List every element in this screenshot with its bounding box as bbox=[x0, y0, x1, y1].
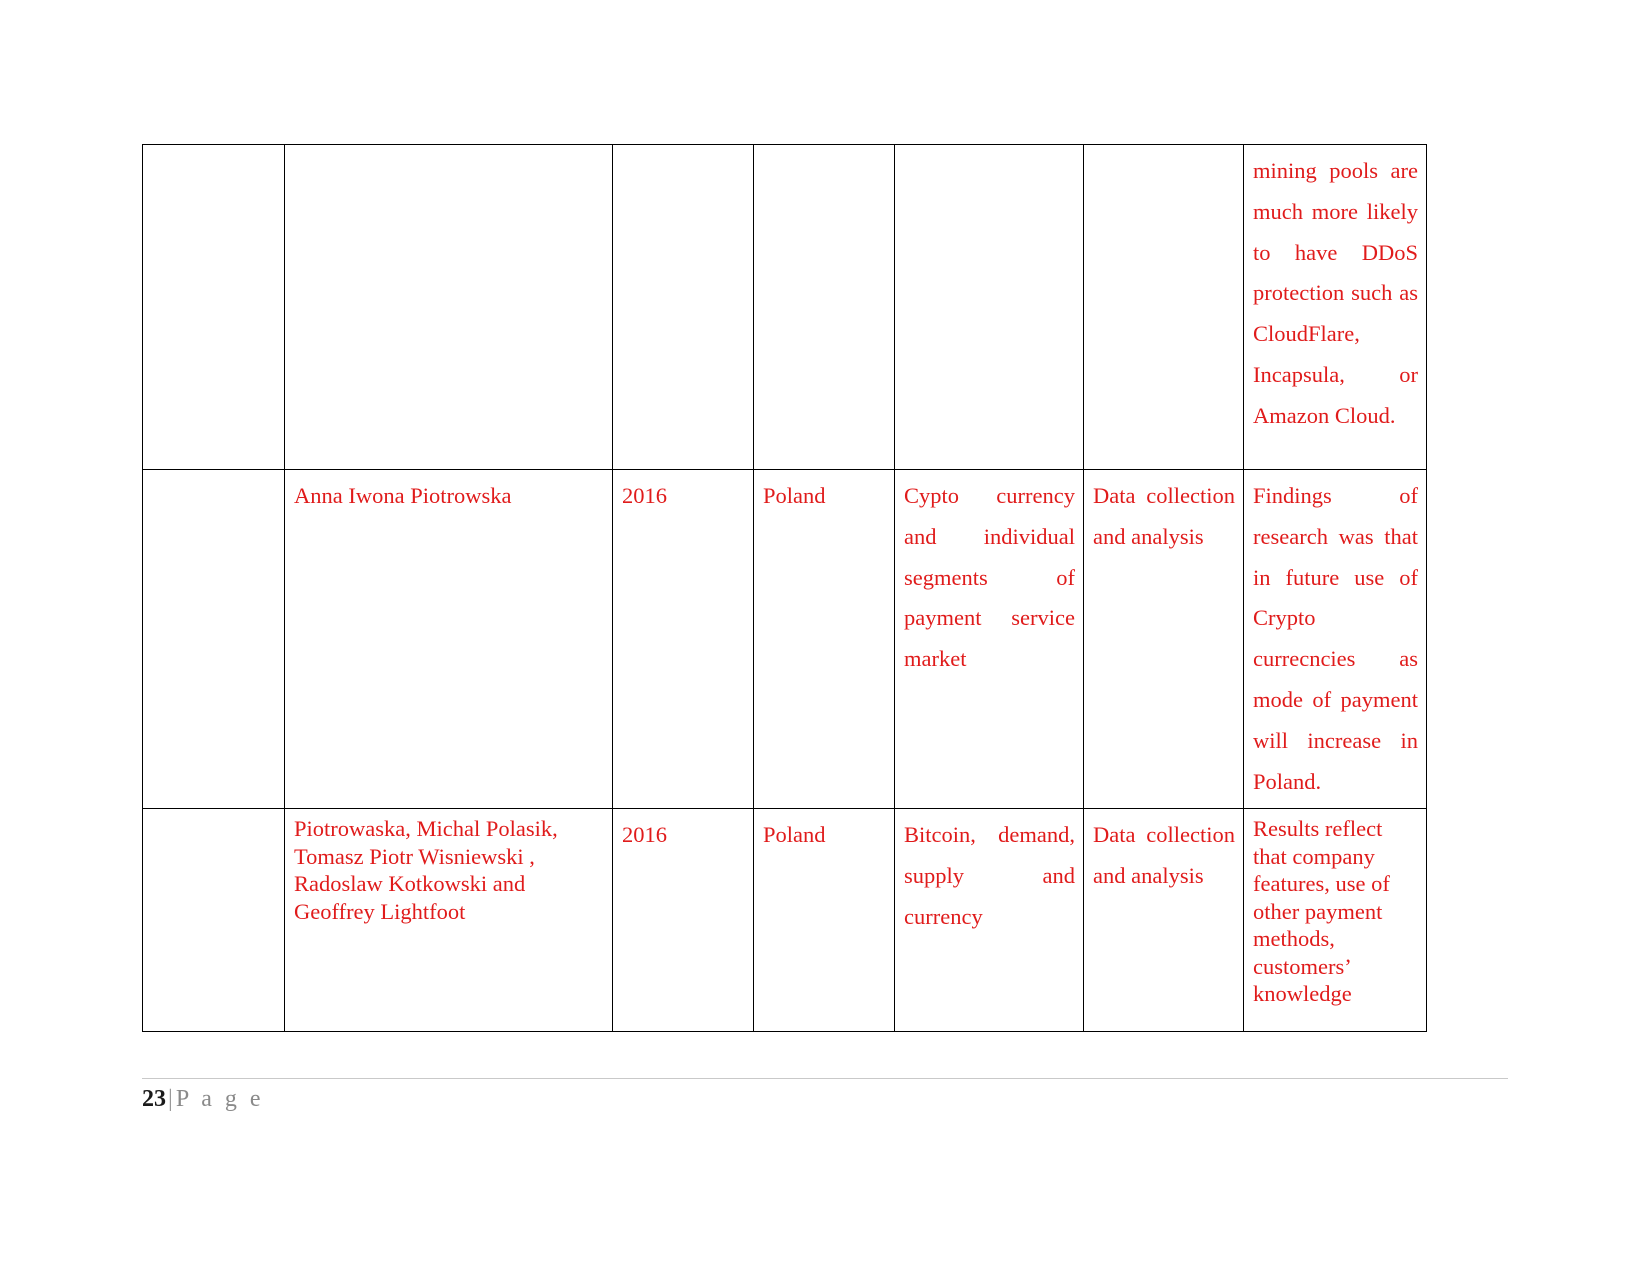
page-number: 23 bbox=[142, 1086, 166, 1112]
cell-author: Anna Iwona Piotrowska bbox=[284, 468, 613, 810]
cell-country: Poland bbox=[753, 468, 895, 810]
page-separator: | bbox=[168, 1086, 173, 1112]
table-row: Anna Iwona Piotrowska 2016 Poland Cypto … bbox=[142, 468, 1427, 810]
page-word: P a g e bbox=[175, 1086, 265, 1112]
cell-year bbox=[612, 144, 754, 470]
cell-reference bbox=[142, 808, 285, 1033]
cell-topic: Cypto currency and individual segments o… bbox=[894, 468, 1084, 810]
cell-findings: Results reflect that company features, u… bbox=[1243, 808, 1427, 1033]
cell-country: Poland bbox=[753, 808, 895, 1033]
cell-methodology: Data collection and analysis bbox=[1083, 808, 1244, 1033]
table-row: mining pools are much more likely to hav… bbox=[142, 144, 1427, 470]
cell-author bbox=[284, 144, 613, 470]
cell-topic bbox=[894, 144, 1084, 470]
table-row: Piotrowaska, Michal Polasik, Tomasz Piot… bbox=[142, 808, 1427, 1033]
literature-review-table: mining pools are much more likely to hav… bbox=[142, 144, 1427, 1033]
cell-year: 2016 bbox=[612, 468, 754, 810]
footer-divider bbox=[142, 1078, 1508, 1079]
cell-reference bbox=[142, 468, 285, 810]
cell-author: Piotrowaska, Michal Polasik, Tomasz Piot… bbox=[284, 808, 613, 1033]
cell-findings: mining pools are much more likely to hav… bbox=[1243, 144, 1427, 470]
cell-methodology: Data collection and analysis bbox=[1083, 468, 1244, 810]
cell-topic: Bitcoin, demand, supply and currency bbox=[894, 808, 1084, 1033]
cell-country bbox=[753, 144, 895, 470]
cell-methodology bbox=[1083, 144, 1244, 470]
page-footer: 23| P a g e bbox=[142, 1086, 264, 1113]
cell-year: 2016 bbox=[612, 808, 754, 1033]
document-page: mining pools are much more likely to hav… bbox=[0, 0, 1650, 1275]
cell-findings: Findings of research was that in future … bbox=[1243, 468, 1427, 810]
cell-reference bbox=[142, 144, 285, 470]
